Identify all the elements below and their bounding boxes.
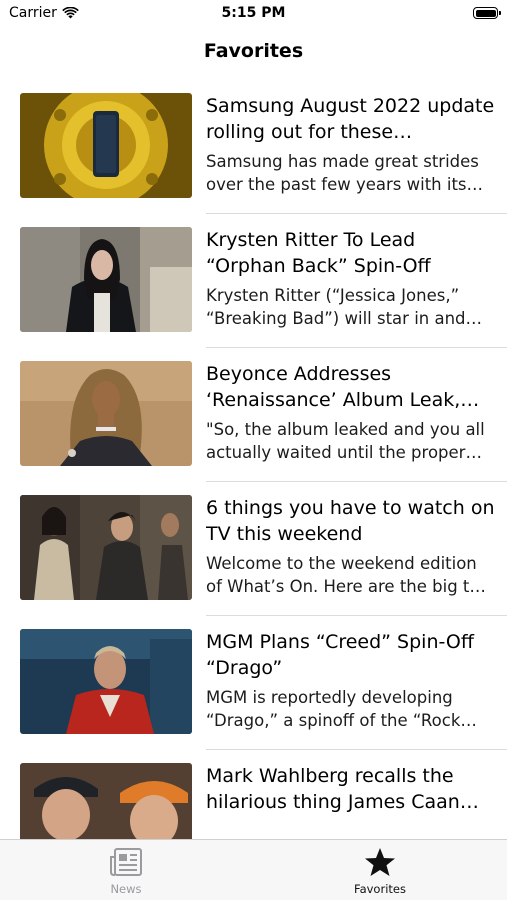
tab-favorites[interactable]: Favorites [310, 846, 450, 896]
article-thumbnail [20, 763, 192, 841]
page-title: Favorites [203, 40, 304, 62]
tab-bar: News Favorites [0, 839, 507, 900]
article-description: Samsung has made great strides over the … [206, 152, 484, 194]
article-thumbnail [20, 495, 192, 600]
row-separator [206, 749, 507, 750]
article-thumbnail [20, 227, 192, 332]
star-icon [365, 848, 395, 876]
row-separator [206, 347, 507, 348]
article-row[interactable]: Beyonce Addresses ‘Renaissance’ Album Le… [0, 347, 507, 481]
article-title: Beyonce Addresses ‘Renaissance’ Album Le… [206, 363, 480, 411]
article-description: Welcome to the weekend edition of What’s… [206, 554, 486, 596]
article-row[interactable]: Krysten Ritter To Lead “Orphan Back” Spi… [0, 213, 507, 347]
tab-favorites-label: Favorites [354, 882, 406, 896]
status-bar: Carrier 5:15 PM [0, 0, 507, 28]
article-description: Krysten Ritter (“Jessica Jones,” “Breaki… [206, 286, 483, 328]
battery-icon [473, 7, 501, 19]
article-title: MGM Plans “Creed” Spin-Off “Drago” [206, 631, 474, 679]
article-row[interactable]: Samsung August 2022 update rolling out f… [0, 79, 507, 213]
status-time: 5:15 PM [221, 5, 286, 21]
article-thumbnail [20, 93, 192, 198]
tab-news-label: News [110, 882, 142, 896]
tab-news[interactable]: News [56, 846, 196, 896]
navigation-bar: Favorites [0, 28, 507, 78]
row-separator [206, 615, 507, 616]
article-thumbnail [20, 629, 192, 734]
newspaper-icon [110, 848, 142, 876]
article-title: Krysten Ritter To Lead “Orphan Back” Spi… [206, 229, 431, 277]
article-row[interactable]: Mark Wahlberg recalls the hilarious thin… [0, 749, 507, 841]
article-description: MGM is reportedly developing “Drago,” a … [206, 688, 477, 730]
favorites-list[interactable]: Samsung August 2022 update rolling out f… [0, 79, 507, 841]
row-separator [206, 213, 507, 214]
article-description: "So, the album leaked and you all actual… [206, 420, 485, 462]
article-title: Mark Wahlberg recalls the hilarious thin… [206, 765, 479, 813]
article-row[interactable]: MGM Plans “Creed” Spin-Off “Drago” MGM i… [0, 615, 507, 749]
article-thumbnail [20, 361, 192, 466]
article-row[interactable]: 6 things you have to watch on TV this we… [0, 481, 507, 615]
article-title: Samsung August 2022 update rolling out f… [206, 95, 495, 143]
article-title: 6 things you have to watch on TV this we… [206, 497, 495, 545]
row-separator [206, 481, 507, 482]
